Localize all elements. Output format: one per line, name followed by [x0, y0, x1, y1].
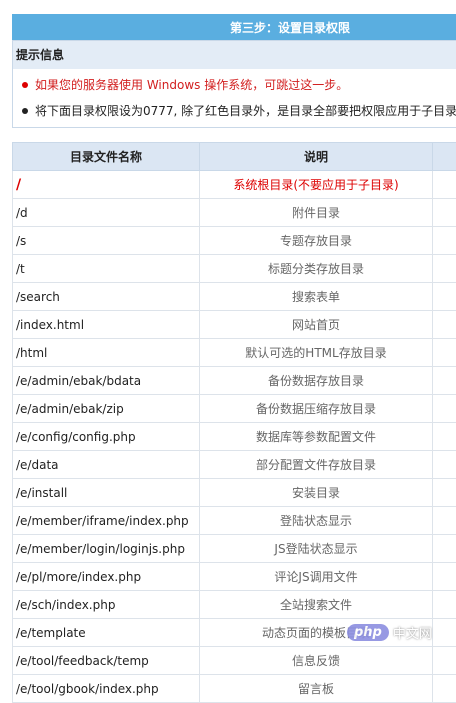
row-desc: 附件目录	[200, 199, 433, 227]
row-path: /e/member/iframe/index.php	[13, 507, 200, 535]
row-path: /	[13, 171, 200, 199]
row-desc: 部分配置文件存放目录	[200, 451, 433, 479]
step-title: 第三步：设置目录权限	[230, 19, 350, 36]
row-desc: 系统根目录(不要应用于子目录)	[200, 171, 433, 199]
row-path: /search	[13, 283, 200, 311]
table-row: /e/admin/ebak/bdata 备份数据存放目录	[13, 367, 456, 395]
column-header-desc: 说明	[200, 143, 433, 171]
row-status	[433, 507, 456, 535]
row-desc: 默认可选的HTML存放目录	[200, 339, 433, 367]
bullet-icon	[22, 82, 28, 88]
table-row: /html 默认可选的HTML存放目录	[13, 339, 456, 367]
notice-list: 如果您的服务器使用 Windows 操作系统，可跳过这一步。 将下面目录权限设为…	[13, 72, 456, 124]
row-path: /index.html	[13, 311, 200, 339]
notice-item-permission: 将下面目录权限设为0777, 除了红色目录外，是目录全部要把权限应用于子目录与文…	[13, 98, 456, 124]
row-path: /e/admin/ebak/zip	[13, 395, 200, 423]
row-desc: 留言板	[200, 675, 433, 703]
step-title-bar: 第三步：设置目录权限	[12, 14, 456, 40]
row-status	[433, 367, 456, 395]
row-status	[433, 255, 456, 283]
row-desc: 备份数据存放目录	[200, 367, 433, 395]
table-row: /e/member/iframe/index.php 登陆状态显示	[13, 507, 456, 535]
table-row: /e/pl/more/index.php 评论JS调用文件	[13, 563, 456, 591]
row-desc: JS登陆状态显示	[200, 535, 433, 563]
row-desc: 搜索表单	[200, 283, 433, 311]
row-status	[433, 339, 456, 367]
row-path: /s	[13, 227, 200, 255]
notice-item-text: 将下面目录权限设为0777, 除了红色目录外，是目录全部要把权限应用于子目录与文…	[35, 104, 456, 118]
row-path: /d	[13, 199, 200, 227]
table-row: /e/install 安装目录	[13, 479, 456, 507]
row-status	[433, 171, 456, 199]
column-header-status	[433, 143, 456, 171]
row-path: /t	[13, 255, 200, 283]
row-desc: 标题分类存放目录	[200, 255, 433, 283]
watermark-text: 中文网	[393, 623, 432, 642]
row-desc: 专题存放目录	[200, 227, 433, 255]
row-status	[433, 227, 456, 255]
row-path: /e/install	[13, 479, 200, 507]
notice-heading: 提示信息	[13, 41, 456, 69]
row-status	[433, 479, 456, 507]
table-row: /e/tool/gbook/index.php 留言板	[13, 675, 456, 703]
row-status	[433, 423, 456, 451]
row-status	[433, 395, 456, 423]
row-path: /e/config/config.php	[13, 423, 200, 451]
row-path: /e/member/login/loginjs.php	[13, 535, 200, 563]
table-row: /e/admin/ebak/zip 备份数据压缩存放目录	[13, 395, 456, 423]
row-path: /e/template	[13, 619, 200, 647]
row-desc: 网站首页	[200, 311, 433, 339]
row-desc: 评论JS调用文件	[200, 563, 433, 591]
table-row: /e/config/config.php 数据库等参数配置文件	[13, 423, 456, 451]
row-path: /e/admin/ebak/bdata	[13, 367, 200, 395]
row-desc: 备份数据压缩存放目录	[200, 395, 433, 423]
table-row: /e/sch/index.php 全站搜索文件	[13, 591, 456, 619]
table-row: /search 搜索表单	[13, 283, 456, 311]
row-status	[433, 283, 456, 311]
row-status	[433, 451, 456, 479]
row-path: /e/tool/gbook/index.php	[13, 675, 200, 703]
bullet-icon	[22, 108, 28, 114]
row-path: /e/sch/index.php	[13, 591, 200, 619]
table-header-row: 目录文件名称 说明	[13, 143, 456, 171]
row-status	[433, 563, 456, 591]
site-watermark: php 中文网	[347, 617, 455, 647]
table-row: /e/member/login/loginjs.php JS登陆状态显示	[13, 535, 456, 563]
row-status	[433, 675, 456, 703]
notice-item-windows: 如果您的服务器使用 Windows 操作系统，可跳过这一步。	[13, 72, 456, 98]
php-logo-icon: php	[347, 624, 389, 641]
row-path: /html	[13, 339, 200, 367]
row-status	[433, 535, 456, 563]
row-desc: 全站搜索文件	[200, 591, 433, 619]
row-desc: 数据库等参数配置文件	[200, 423, 433, 451]
row-path: /e/pl/more/index.php	[13, 563, 200, 591]
notice-panel: 提示信息 如果您的服务器使用 Windows 操作系统，可跳过这一步。 将下面目…	[12, 40, 456, 128]
table-row: /d 附件目录	[13, 199, 456, 227]
row-status	[433, 311, 456, 339]
notice-item-text: 如果您的服务器使用 Windows 操作系统，可跳过这一步。	[35, 78, 348, 92]
row-desc: 安装目录	[200, 479, 433, 507]
table-row: /t 标题分类存放目录	[13, 255, 456, 283]
table-row: /s 专题存放目录	[13, 227, 456, 255]
row-status	[433, 199, 456, 227]
row-desc: 登陆状态显示	[200, 507, 433, 535]
row-status	[433, 591, 456, 619]
row-path: /e/data	[13, 451, 200, 479]
table-row: /index.html 网站首页	[13, 311, 456, 339]
column-header-name: 目录文件名称	[13, 143, 200, 171]
table-row: /e/data 部分配置文件存放目录	[13, 451, 456, 479]
table-row: / 系统根目录(不要应用于子目录)	[13, 171, 456, 199]
